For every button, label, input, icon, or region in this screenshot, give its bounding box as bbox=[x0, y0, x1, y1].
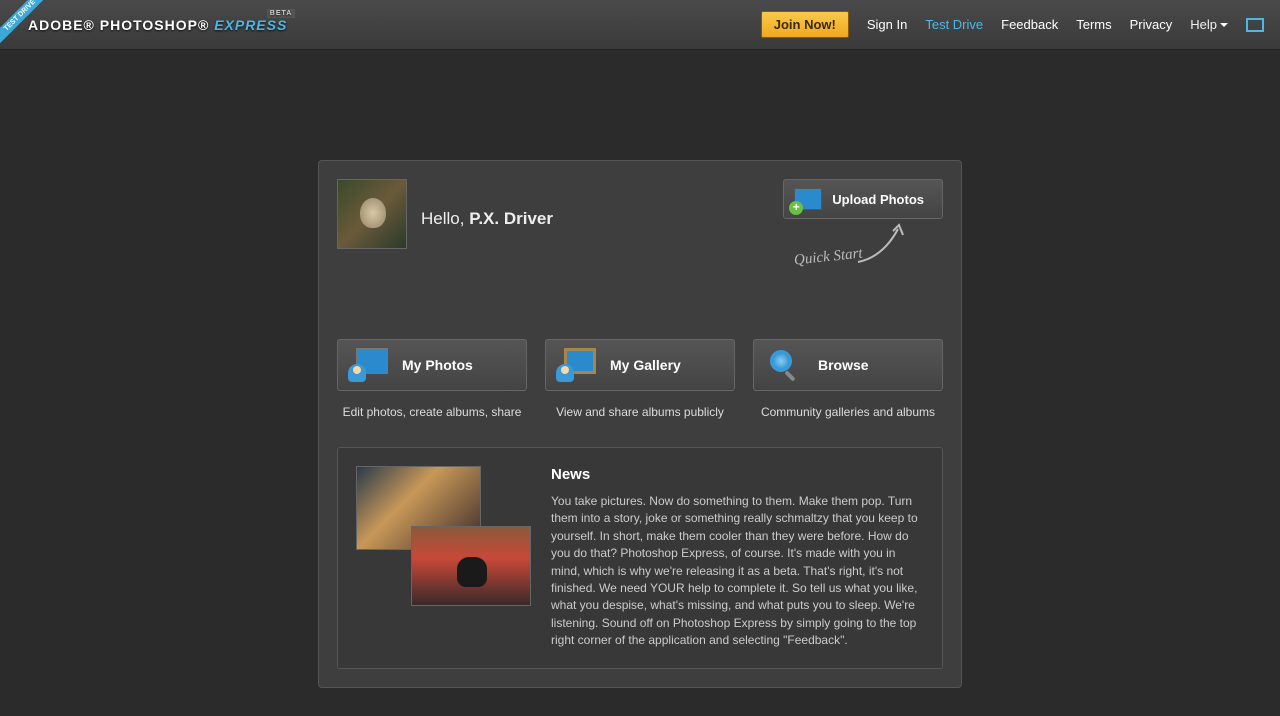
nav-help-label: Help bbox=[1190, 17, 1217, 32]
tile-col-browse: Browse Community galleries and albums bbox=[753, 339, 943, 419]
nav-right: Join Now! Sign In Test Drive Feedback Te… bbox=[761, 11, 1280, 38]
photo-icon: + bbox=[794, 188, 822, 210]
browse-icon bbox=[764, 348, 806, 382]
news-images bbox=[356, 466, 531, 606]
nav-testdrive[interactable]: Test Drive bbox=[925, 17, 983, 32]
my-gallery-button[interactable]: My Gallery bbox=[545, 339, 735, 391]
news-text: News You take pictures. Now do something… bbox=[551, 466, 924, 650]
tile-col-mygallery: My Gallery View and share albums publicl… bbox=[545, 339, 735, 419]
nav-privacy[interactable]: Privacy bbox=[1130, 17, 1173, 32]
browse-button[interactable]: Browse bbox=[753, 339, 943, 391]
my-gallery-desc: View and share albums publicly bbox=[556, 405, 724, 419]
plus-icon: + bbox=[789, 201, 803, 215]
my-photos-desc: Edit photos, create albums, share bbox=[343, 405, 522, 419]
upload-photos-button[interactable]: + Upload Photos bbox=[783, 179, 943, 219]
nav-terms[interactable]: Terms bbox=[1076, 17, 1111, 32]
greeting-text: Hello, P.X. Driver bbox=[421, 209, 553, 229]
my-photos-button[interactable]: My Photos bbox=[337, 339, 527, 391]
nav-signin[interactable]: Sign In bbox=[867, 17, 907, 32]
news-title: News bbox=[551, 466, 924, 483]
top-header: ADOBE® PHOTOSHOP® EXPRESS BETA Join Now!… bbox=[0, 0, 1280, 50]
greeting-row: Hello, P.X. Driver + Upload Photos Quick… bbox=[337, 179, 943, 299]
greeting-name: P.X. Driver bbox=[469, 209, 553, 228]
nav-feedback[interactable]: Feedback bbox=[1001, 17, 1058, 32]
browse-desc: Community galleries and albums bbox=[761, 405, 935, 419]
fullscreen-icon[interactable] bbox=[1246, 18, 1264, 32]
join-now-button[interactable]: Join Now! bbox=[761, 11, 849, 38]
browse-label: Browse bbox=[818, 357, 869, 373]
greeting-hello: Hello, bbox=[421, 209, 469, 228]
news-thumb-2 bbox=[411, 526, 531, 606]
my-photos-label: My Photos bbox=[402, 357, 473, 373]
my-gallery-icon bbox=[556, 348, 598, 382]
logo-product: PHOTOSHOP® bbox=[100, 17, 210, 33]
my-gallery-label: My Gallery bbox=[610, 357, 681, 373]
upload-label: Upload Photos bbox=[832, 192, 924, 207]
nav-help[interactable]: Help bbox=[1190, 17, 1228, 32]
my-photos-icon bbox=[348, 348, 390, 382]
test-drive-ribbon bbox=[0, 0, 60, 60]
beta-badge: BETA bbox=[267, 9, 296, 18]
chevron-down-icon bbox=[1220, 23, 1228, 27]
main-panel: Hello, P.X. Driver + Upload Photos Quick… bbox=[318, 160, 962, 688]
app-logo: ADOBE® PHOTOSHOP® EXPRESS BETA bbox=[28, 17, 287, 33]
user-avatar bbox=[337, 179, 407, 249]
tile-col-myphotos: My Photos Edit photos, create albums, sh… bbox=[337, 339, 527, 419]
tile-row: My Photos Edit photos, create albums, sh… bbox=[337, 339, 943, 419]
logo-express: EXPRESS bbox=[214, 17, 287, 33]
news-box: News You take pictures. Now do something… bbox=[337, 447, 943, 669]
news-body: You take pictures. Now do something to t… bbox=[551, 493, 924, 650]
